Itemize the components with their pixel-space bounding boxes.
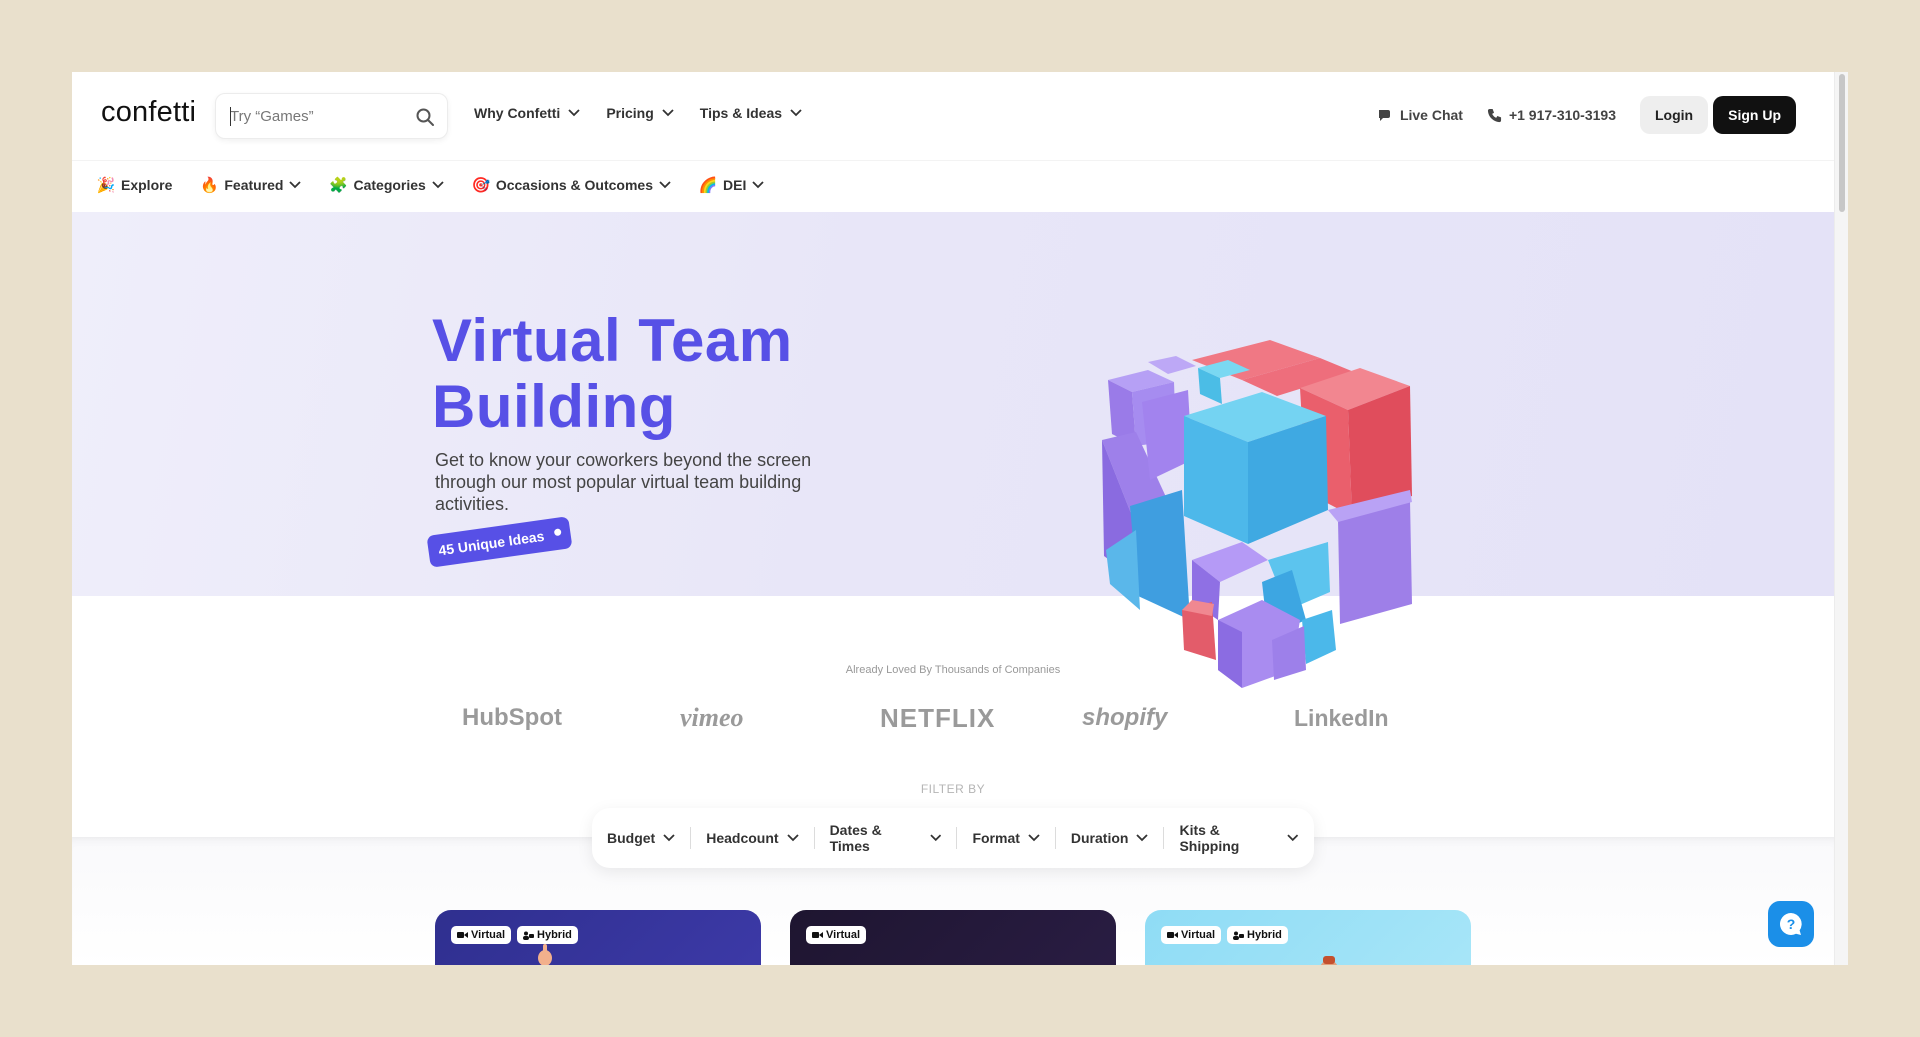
hero-title: Virtual Team Building — [432, 307, 793, 440]
tag-hybrid: Hybrid — [1227, 926, 1288, 944]
filter-heading: FILTER BY — [920, 782, 986, 796]
phone-icon — [1487, 108, 1502, 122]
filter-dates-times[interactable]: Dates & Times — [815, 822, 958, 854]
chevron-down-icon — [786, 834, 799, 842]
filter-duration[interactable]: Duration — [1056, 827, 1165, 849]
scrollbar-thumb[interactable] — [1839, 74, 1845, 212]
search-icon[interactable] — [415, 107, 435, 127]
subnav-featured[interactable]: 🔥 Featured — [200, 176, 302, 194]
rainbow-icon: 🌈 — [698, 177, 718, 194]
party-popper-icon: 🎉 — [96, 177, 116, 194]
target-icon: 🎯 — [471, 177, 491, 194]
login-button[interactable]: Login — [1640, 96, 1709, 134]
chevron-down-icon — [930, 834, 942, 842]
chevron-down-icon — [1136, 834, 1149, 842]
video-camera-icon — [1167, 932, 1178, 938]
search-input[interactable] — [230, 94, 410, 138]
subnav-categories[interactable]: 🧩 Categories — [329, 176, 444, 194]
fire-icon: 🔥 — [200, 177, 219, 194]
filter-budget[interactable]: Budget — [592, 827, 692, 849]
confetti-logo[interactable]: confetti — [101, 96, 196, 129]
tag-virtual: Virtual — [451, 926, 512, 944]
signup-button[interactable]: Sign Up — [1713, 96, 1796, 134]
people-icon — [523, 931, 535, 940]
chat-icon — [1378, 110, 1390, 121]
tag-virtual: Virtual — [1161, 926, 1222, 944]
question-chat-icon: ? — [1780, 913, 1802, 935]
chevron-down-icon — [662, 109, 674, 117]
video-camera-icon — [457, 932, 468, 938]
cube-illustration — [1102, 340, 1412, 688]
badge-dot — [553, 528, 562, 537]
category-nav: 🎉 Explore 🔥 Featured 🧩 Categories 🎯 Occa… — [72, 160, 1834, 212]
hand-illustration — [538, 944, 552, 965]
page-scrollbar[interactable] — [1834, 72, 1848, 965]
main-nav: Why Confetti Pricing Tips & Ideas — [474, 105, 802, 121]
header-actions: Live Chat +1 917-310-3193 Login Sign Up — [1377, 96, 1796, 134]
chevron-down-icon — [432, 181, 444, 189]
filter-bar: Budget Headcount Dates & Times Format Du… — [592, 808, 1314, 868]
chevron-down-icon — [1028, 834, 1040, 842]
phone-link[interactable]: +1 917-310-3193 — [1487, 107, 1616, 123]
vimeo-logo: vimeo — [680, 703, 744, 732]
chevron-down-icon — [752, 181, 764, 189]
text-cursor — [230, 107, 231, 126]
nav-why-confetti[interactable]: Why Confetti — [474, 105, 580, 121]
activity-card[interactable]: Virtual — [790, 910, 1116, 965]
tag-hybrid: Hybrid — [517, 926, 578, 944]
filter-format[interactable]: Format — [957, 827, 1056, 849]
people-icon — [1233, 931, 1245, 940]
people-illustration — [1320, 956, 1338, 965]
live-chat-link[interactable]: Live Chat — [1377, 107, 1463, 123]
chevron-down-icon — [568, 109, 580, 117]
nav-pricing[interactable]: Pricing — [606, 105, 674, 121]
activity-card[interactable]: Virtual Hybrid — [435, 910, 761, 965]
subnav-occasions-outcomes[interactable]: 🎯 Occasions & Outcomes — [472, 176, 671, 194]
svg-text:?: ? — [1787, 916, 1796, 932]
activity-card[interactable]: Virtual Hybrid — [1145, 910, 1471, 965]
nav-tips-ideas[interactable]: Tips & Ideas — [700, 105, 802, 121]
video-camera-icon — [812, 932, 823, 938]
netflix-logo: NETFLIX — [880, 702, 996, 733]
chevron-down-icon — [659, 181, 671, 189]
help-chat-button[interactable]: ? — [1768, 901, 1814, 947]
hero-subtitle: Get to know your coworkers beyond the sc… — [435, 450, 812, 514]
hubspot-logo: HubSpot — [462, 704, 562, 731]
subnav-explore[interactable]: 🎉 Explore — [96, 176, 173, 194]
browser-window: confetti Why Confetti Pricing Tips & Ide… — [72, 72, 1848, 965]
chevron-down-icon — [289, 181, 302, 189]
companies-heading: Already Loved By Thousands of Companies — [845, 664, 1061, 676]
search-box[interactable] — [215, 93, 448, 139]
chevron-down-icon — [663, 834, 675, 842]
top-navigation: confetti Why Confetti Pricing Tips & Ide… — [72, 72, 1834, 160]
subnav-dei[interactable]: 🌈 DEI — [699, 176, 764, 194]
tag-virtual: Virtual — [806, 926, 867, 944]
filter-headcount[interactable]: Headcount — [691, 827, 815, 849]
hero-section: Virtual Team Building Get to know your c… — [72, 212, 1834, 596]
filter-kits-shipping[interactable]: Kits & Shipping — [1164, 822, 1314, 854]
puzzle-icon: 🧩 — [329, 177, 348, 194]
chevron-down-icon — [790, 109, 802, 117]
chevron-down-icon — [1287, 834, 1299, 842]
